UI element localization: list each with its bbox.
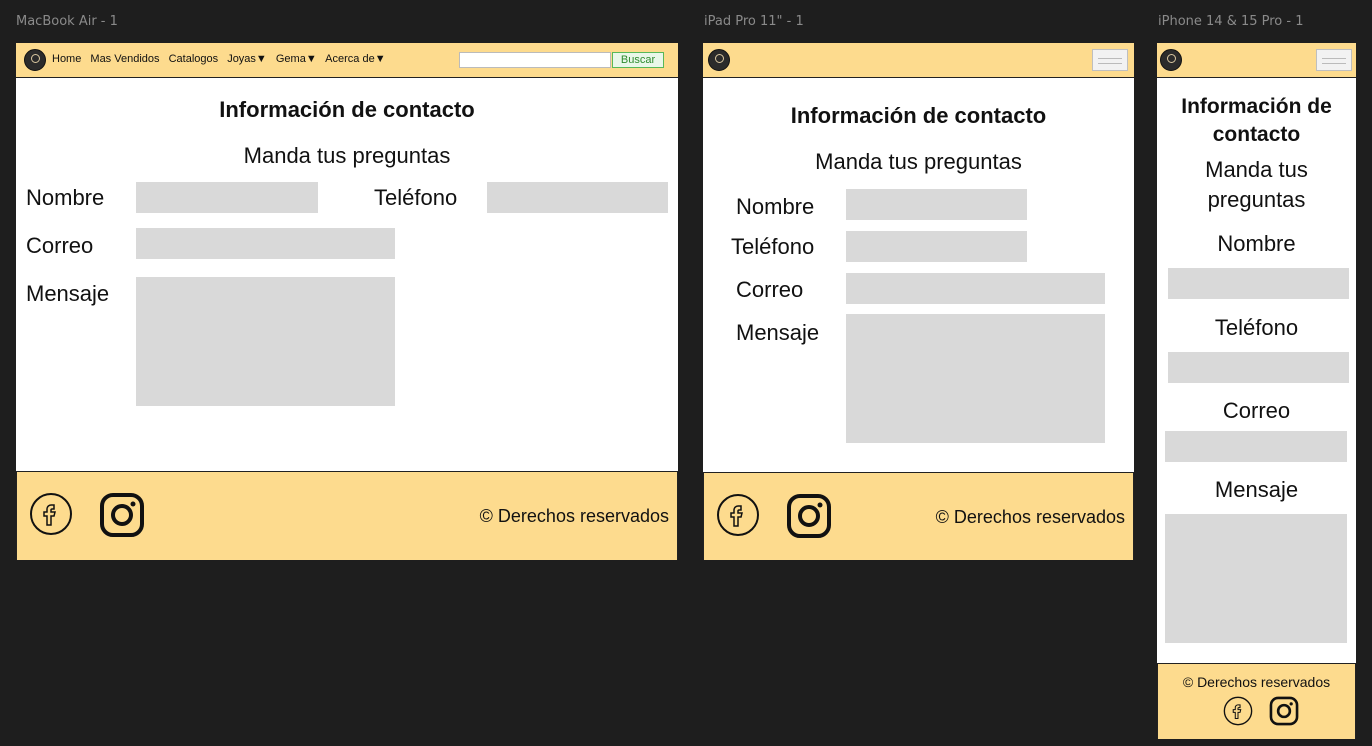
telefono-field[interactable] <box>1168 352 1349 383</box>
desktop-nav: Home Mas Vendidos Catalogos Joyas▼ Gema▼… <box>52 53 392 65</box>
nav-joyas[interactable]: Joyas▼ <box>227 53 267 65</box>
frame-label-desktop: MacBook Air - 1 <box>16 14 118 29</box>
nav-mas-vendidos[interactable]: Mas Vendidos <box>90 53 159 65</box>
page-subtitle: Manda tus preguntas <box>243 143 451 168</box>
label-mensaje: Mensaje <box>1214 477 1299 502</box>
instagram-icon[interactable] <box>99 492 145 538</box>
nombre-field[interactable] <box>846 189 1027 220</box>
frame-label-mobile: iPhone 14 & 15 Pro - 1 <box>1158 14 1304 29</box>
mensaje-field[interactable] <box>1165 514 1347 643</box>
tablet-footer: © Derechos reservados <box>703 472 1134 560</box>
label-nombre: Nombre <box>736 194 815 219</box>
mobile-footer: © Derechos reservados <box>1157 663 1356 739</box>
nombre-field[interactable] <box>1168 268 1349 299</box>
nav-catalogos[interactable]: Catalogos <box>169 53 219 65</box>
page-title-line2: contacto <box>1212 123 1301 146</box>
page-title: Información de contacto <box>1157 93 1356 149</box>
page-title: Información de contacto <box>790 103 1047 128</box>
desktop-footer: © Derechos reservados <box>16 471 678 560</box>
page-title-line1: Información de <box>1181 95 1332 118</box>
correo-field[interactable] <box>846 273 1105 304</box>
desktop-header: Home Mas Vendidos Catalogos Joyas▼ Gema▼… <box>16 43 678 78</box>
facebook-icon[interactable] <box>1223 696 1253 726</box>
label-correo: Correo <box>1222 398 1291 423</box>
mobile-header <box>1157 43 1356 78</box>
mensaje-field[interactable] <box>136 277 395 406</box>
desktop-frame: Home Mas Vendidos Catalogos Joyas▼ Gema▼… <box>16 43 678 560</box>
label-telefono: Teléfono <box>731 234 815 259</box>
nav-home[interactable]: Home <box>52 53 81 65</box>
label-correo: Correo <box>736 277 804 302</box>
copyright-text: © Derechos reservados <box>935 507 1125 527</box>
label-correo: Correo <box>26 233 94 258</box>
page-subtitle: Manda tus preguntas <box>1157 155 1356 215</box>
copyright-text: © Derechos reservados <box>479 506 669 526</box>
telefono-field[interactable] <box>487 182 668 213</box>
page-subtitle-line1: Manda tus <box>1205 157 1308 182</box>
page-title: Información de contacto <box>219 97 475 122</box>
search-input[interactable] <box>459 52 611 68</box>
copyright-text: © Derechos reservados <box>1182 674 1331 690</box>
hamburger-menu-icon[interactable] <box>1092 49 1128 71</box>
frame-label-tablet: iPad Pro 11" - 1 <box>704 14 804 29</box>
mobile-frame: Información de contacto Manda tus pregun… <box>1157 43 1356 739</box>
instagram-icon[interactable] <box>786 493 832 539</box>
logo-icon[interactable] <box>1160 49 1182 71</box>
facebook-icon[interactable] <box>29 492 73 536</box>
nav-acerca-de[interactable]: Acerca de▼ <box>325 53 385 65</box>
label-nombre: Nombre <box>26 185 105 210</box>
telefono-field[interactable] <box>846 231 1027 262</box>
logo-icon[interactable] <box>708 49 730 71</box>
search-button[interactable]: Buscar <box>612 52 664 68</box>
tablet-header <box>703 43 1134 78</box>
label-nombre: Nombre <box>1217 231 1296 256</box>
page-subtitle-line2: preguntas <box>1207 187 1306 212</box>
label-mensaje: Mensaje <box>736 320 820 345</box>
correo-field[interactable] <box>1165 431 1347 462</box>
logo-icon[interactable] <box>24 49 46 71</box>
facebook-icon[interactable] <box>716 493 760 537</box>
tablet-frame: Información de contacto Manda tus pregun… <box>703 43 1134 560</box>
mensaje-field[interactable] <box>846 314 1105 443</box>
nombre-field[interactable] <box>136 182 318 213</box>
label-telefono: Teléfono <box>1214 315 1299 340</box>
label-mensaje: Mensaje <box>26 281 110 306</box>
hamburger-menu-icon[interactable] <box>1316 49 1352 71</box>
nav-gema[interactable]: Gema▼ <box>276 53 317 65</box>
label-telefono: Teléfono <box>374 185 458 210</box>
page-subtitle: Manda tus preguntas <box>815 149 1022 174</box>
instagram-icon[interactable] <box>1269 696 1299 726</box>
correo-field[interactable] <box>136 228 395 259</box>
